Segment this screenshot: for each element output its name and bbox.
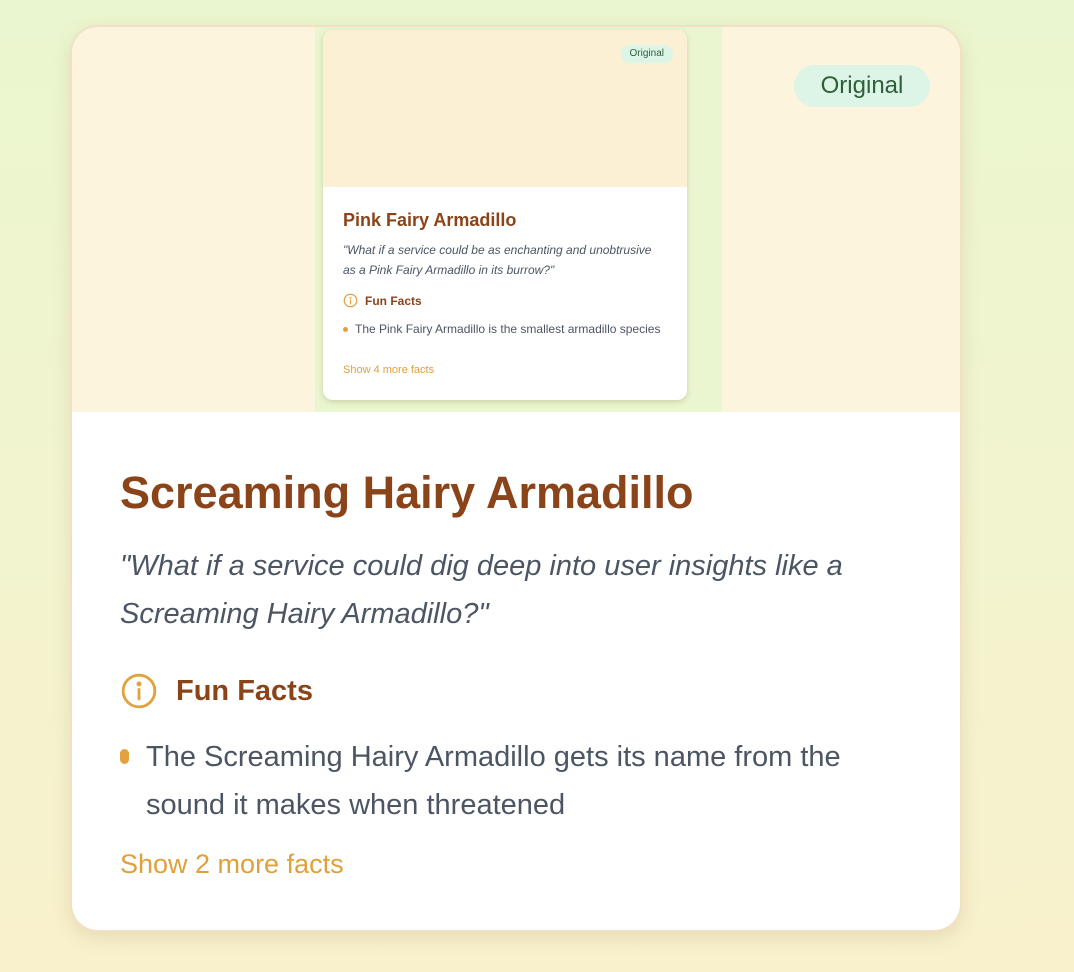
fun-facts-heading: Fun Facts — [120, 669, 313, 713]
preview-fact-item: The Pink Fairy Armadillo is the smallest… — [343, 319, 663, 339]
original-badge: Original — [794, 65, 930, 107]
armadillo-card: Original Pink Fairy Armadillo "What if a… — [70, 25, 962, 932]
preview-fun-facts-heading: Fun Facts — [343, 293, 422, 308]
preview-fun-facts-label: Fun Facts — [365, 293, 422, 308]
fun-facts-label: Fun Facts — [176, 675, 313, 707]
show-more-facts-link[interactable]: Show 2 more facts — [120, 847, 344, 881]
preview-card: Original Pink Fairy Armadillo "What if a… — [323, 30, 687, 400]
fact-item: The Screaming Hairy Armadillo gets its n… — [120, 733, 890, 829]
preview-card-title: Pink Fairy Armadillo — [343, 210, 517, 230]
embedded-preview-frame: Original Pink Fairy Armadillo "What if a… — [315, 27, 722, 412]
info-circle-icon — [121, 673, 157, 709]
card-image-area: Original Pink Fairy Armadillo "What if a… — [72, 27, 960, 412]
card-title: Screaming Hairy Armadillo — [120, 467, 694, 518]
preview-original-badge: Original — [620, 45, 673, 63]
bullet-dot-icon — [120, 749, 129, 764]
preview-fact-text: The Pink Fairy Armadillo is the smallest… — [355, 322, 661, 336]
preview-card-image-area: Original — [323, 30, 687, 187]
info-circle-icon — [343, 293, 358, 308]
preview-card-quote: "What if a service could be as enchantin… — [343, 243, 652, 277]
bullet-dot-icon — [343, 327, 348, 332]
preview-show-more-facts-link[interactable]: Show 4 more facts — [343, 364, 434, 376]
fact-text: The Screaming Hairy Armadillo gets its n… — [146, 741, 841, 821]
card-quote: "What if a service could dig deep into u… — [120, 550, 843, 630]
